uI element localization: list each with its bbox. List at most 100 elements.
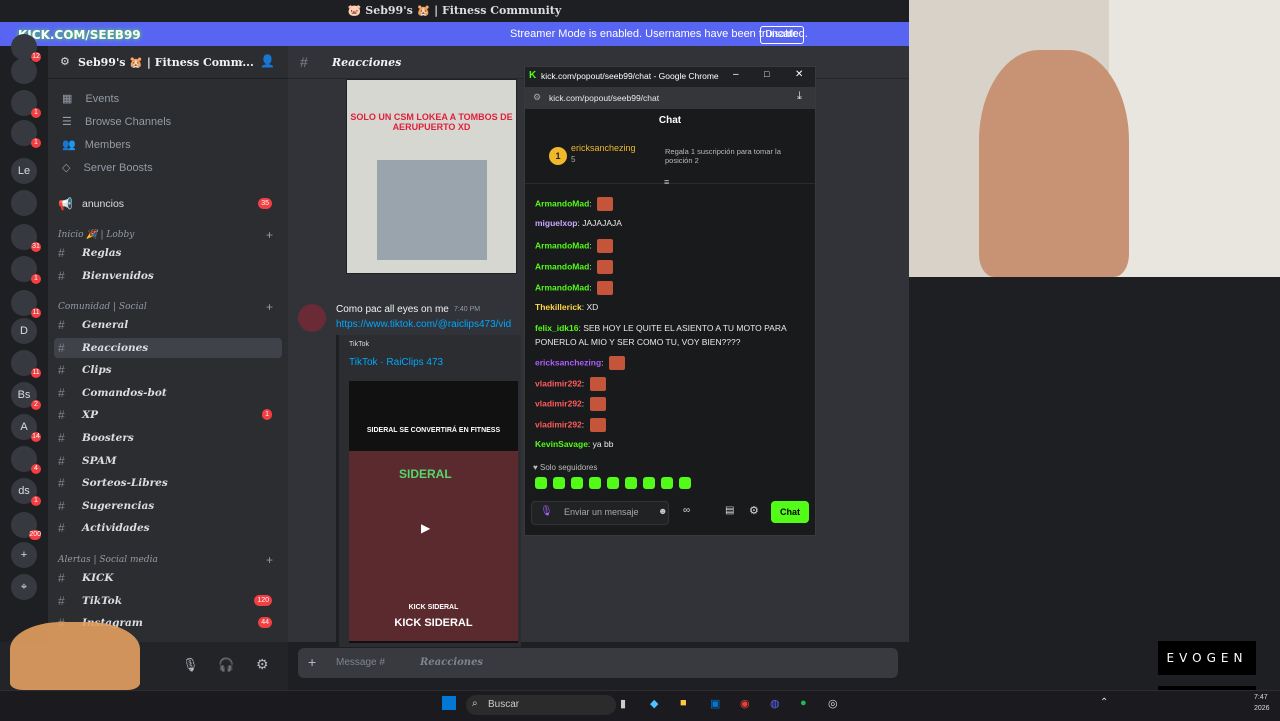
channel-anuncios[interactable]: 📢 anuncios 35 bbox=[54, 194, 282, 214]
channel-reacciones[interactable]: # Reacciones bbox=[54, 337, 282, 358]
server-icon[interactable] bbox=[11, 190, 37, 216]
chat-username[interactable]: miguelxop bbox=[535, 218, 578, 228]
pinned-user[interactable]: ericksanchezing bbox=[571, 143, 636, 153]
windows-start-icon[interactable] bbox=[442, 696, 456, 710]
chat-username[interactable]: ArmandoMad bbox=[535, 261, 589, 271]
play-icon[interactable]: ▶ bbox=[421, 521, 430, 535]
message-link[interactable]: https://www.tiktok.com/@raiclips473/vid bbox=[336, 319, 524, 330]
server-icon[interactable] bbox=[11, 58, 37, 84]
server-icon[interactable]: 1 bbox=[11, 256, 41, 284]
settings-gear-icon[interactable]: ⚙ bbox=[749, 504, 759, 517]
channel-bienvenidos[interactable]: # Bienvenidos bbox=[54, 266, 282, 286]
chat-username[interactable]: felix_idk16 bbox=[535, 323, 578, 333]
store-icon[interactable]: ▣ bbox=[710, 697, 720, 710]
add-server-icon[interactable]: + bbox=[11, 542, 37, 568]
server-icon[interactable]: 4 bbox=[11, 446, 41, 474]
maximize-icon[interactable]: □ bbox=[764, 69, 769, 79]
chat-username[interactable]: ericksanchezing bbox=[535, 357, 601, 367]
chat-username[interactable]: ArmandoMad bbox=[535, 198, 589, 208]
spotify-icon[interactable]: ● bbox=[800, 697, 807, 709]
server-icon[interactable]: 12 bbox=[11, 34, 41, 62]
clock-time[interactable]: 7:47 bbox=[1254, 694, 1268, 701]
add-attachment-icon[interactable]: + bbox=[308, 654, 316, 670]
task-view-icon[interactable]: ▮ bbox=[620, 697, 626, 710]
chat-username[interactable]: ArmandoMad bbox=[535, 282, 589, 292]
chat-username[interactable]: Thekillerick bbox=[535, 302, 582, 312]
chat-username[interactable]: vladimir292 bbox=[535, 378, 582, 388]
emote-icon[interactable] bbox=[625, 477, 637, 489]
chat-username[interactable]: vladimir292 bbox=[535, 419, 582, 429]
server-icon[interactable]: 1 bbox=[11, 90, 41, 118]
server-icon[interactable]: A 14 bbox=[11, 414, 41, 442]
invite-icon[interactable]: 👤 bbox=[260, 54, 275, 68]
send-chat-button[interactable]: Chat bbox=[771, 501, 809, 523]
channel-comandos-bot[interactable]: # Comandos-bot bbox=[54, 383, 282, 403]
embed-video[interactable]: SIDERAL SE CONVERTIRÁ EN FITNESS SIDERAL… bbox=[349, 381, 518, 643]
emote-icon[interactable] bbox=[643, 477, 655, 489]
download-icon[interactable]: ⤓ bbox=[797, 90, 802, 103]
channel-clips[interactable]: # Clips bbox=[54, 360, 282, 380]
emote-icon[interactable] bbox=[535, 477, 547, 489]
infinity-icon[interactable]: ∞ bbox=[683, 505, 690, 516]
emote-icon[interactable] bbox=[553, 477, 565, 489]
server-header[interactable]: ⚙ Seb99's 🐹 | Fitness Comm... ⌄ 👤 bbox=[48, 46, 288, 79]
channel-tiktok[interactable]: # TikTok 120 bbox=[54, 591, 282, 611]
emote-icon[interactable] bbox=[589, 477, 601, 489]
channel-xp[interactable]: # XP 1 bbox=[54, 405, 282, 425]
tray-chevron-icon[interactable]: ⌃ bbox=[1100, 697, 1108, 708]
taskbar-search[interactable]: ⌕ Buscar bbox=[466, 695, 616, 715]
emote-icon[interactable] bbox=[571, 477, 583, 489]
server-icon[interactable]: 31 bbox=[11, 224, 41, 252]
add-channel-icon[interactable]: + bbox=[266, 300, 273, 314]
embed-title[interactable]: TikTok · RaiClips 473 bbox=[349, 357, 443, 368]
nav-events[interactable]: ▦ Events bbox=[62, 92, 119, 105]
disable-streamer-mode-button[interactable]: Disable bbox=[760, 26, 804, 44]
channel-sorteos-libres[interactable]: # Sorteos-Libres bbox=[54, 473, 282, 493]
server-icon[interactable]: 1 bbox=[11, 120, 41, 148]
emote-icon[interactable] bbox=[607, 477, 619, 489]
nav-server-boosts[interactable]: ◇ Server Boosts bbox=[62, 161, 153, 174]
server-icon[interactable]: 11 bbox=[11, 290, 41, 318]
avatar[interactable] bbox=[298, 304, 326, 332]
chat-username[interactable]: vladimir292 bbox=[535, 398, 582, 408]
emote-icon[interactable] bbox=[661, 477, 673, 489]
site-info-icon[interactable]: ⚙ bbox=[533, 92, 541, 103]
add-channel-icon[interactable]: + bbox=[266, 553, 273, 567]
minimize-icon[interactable]: – bbox=[733, 69, 739, 80]
discord-icon[interactable]: ◍ bbox=[770, 697, 780, 710]
category-comunidad[interactable]: Comunidad | Social bbox=[58, 302, 147, 312]
server-icon[interactable]: D bbox=[11, 318, 37, 344]
emoji-icon[interactable]: ☻ bbox=[658, 506, 667, 516]
message-author[interactable]: Como pac all eyes on me bbox=[336, 304, 449, 315]
microphone-icon[interactable]: 🎙 bbox=[182, 657, 199, 673]
chevron-down-icon[interactable]: ⌄ bbox=[237, 55, 245, 66]
category-lobby[interactable]: Inicio 🎉 | Lobby bbox=[58, 230, 134, 240]
channel-spam[interactable]: # SPAM bbox=[54, 451, 282, 471]
attached-image[interactable]: SOLO UN CSM LOKEA A TOMBOS DE AERUPUERTO… bbox=[346, 79, 517, 274]
widgets-icon[interactable]: ◆ bbox=[650, 697, 658, 710]
server-icon[interactable]: 200 bbox=[11, 512, 41, 540]
add-channel-icon[interactable]: + bbox=[266, 228, 273, 242]
settings-gear-icon[interactable]: ⚙ bbox=[256, 656, 269, 673]
microphone-icon[interactable]: 🎙 bbox=[540, 506, 553, 517]
emote-bar[interactable] bbox=[535, 477, 715, 491]
chat-username[interactable]: KevinSavage bbox=[535, 439, 588, 449]
server-icon[interactable]: Bs 2 bbox=[11, 382, 41, 410]
channel-reglas[interactable]: # Reglas bbox=[54, 243, 282, 263]
obs-icon[interactable]: ◎ bbox=[828, 697, 838, 710]
channel-boosters[interactable]: # Boosters bbox=[54, 428, 282, 448]
chrome-icon[interactable]: ◉ bbox=[740, 697, 750, 710]
explore-icon[interactable]: ⌖ bbox=[11, 574, 37, 600]
channel-kick[interactable]: # KICK bbox=[54, 568, 282, 588]
emote-icon[interactable] bbox=[679, 477, 691, 489]
nav-members[interactable]: 👥 Members bbox=[62, 138, 131, 151]
message-composer[interactable]: + Message # Reacciones bbox=[298, 648, 898, 678]
nav-browse-channels[interactable]: ☰ Browse Channels bbox=[62, 115, 171, 128]
collapse-icon[interactable]: ≡ bbox=[664, 177, 669, 187]
channel-sugerencias[interactable]: # Sugerencias bbox=[54, 496, 282, 516]
server-icon[interactable]: ds 1 bbox=[11, 478, 41, 506]
server-icon[interactable]: Le bbox=[11, 158, 37, 184]
category-alertas[interactable]: Alertas | Social media bbox=[58, 555, 158, 565]
close-icon[interactable]: ✕ bbox=[795, 69, 803, 80]
file-explorer-icon[interactable]: ■ bbox=[680, 697, 687, 709]
